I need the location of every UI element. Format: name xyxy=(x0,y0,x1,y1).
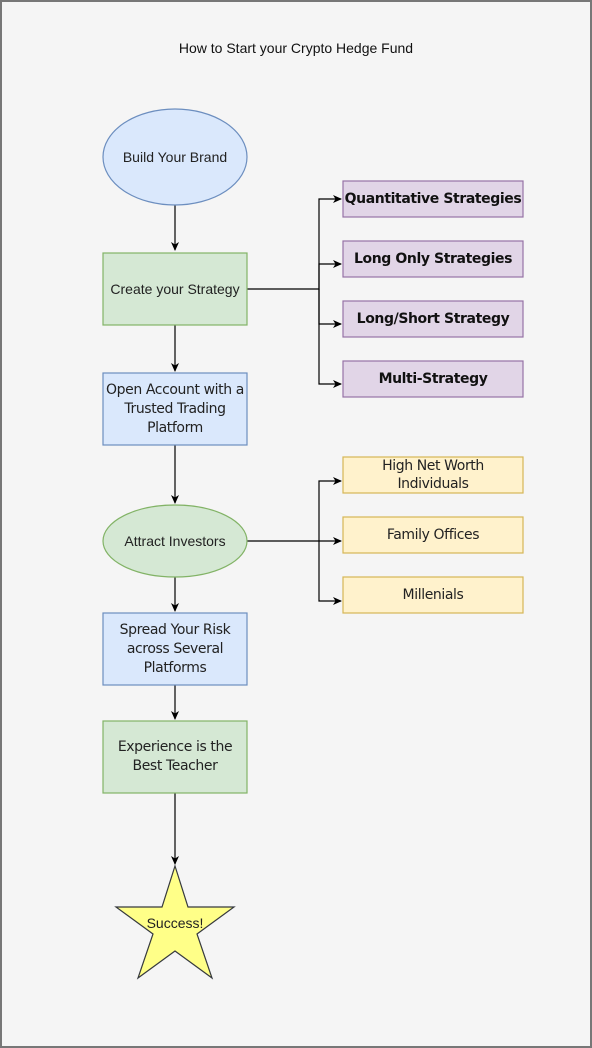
investor-millenials-label: Millenials xyxy=(402,586,464,603)
edge-to-multi xyxy=(318,289,342,388)
node-experience-label: Experience is the Best Teacher xyxy=(108,721,242,814)
edge-to-long-only xyxy=(318,260,342,289)
investor-branch-edges xyxy=(247,477,342,605)
edge-to-quantitative xyxy=(247,195,342,290)
node-success-label: Success! xyxy=(146,914,204,931)
strategy-long-short-label: Long/Short Strategy xyxy=(356,310,510,327)
strategy-quantitative-label: Quantitative Strategies xyxy=(344,190,522,207)
strategy-long-only-label: Long Only Strategies xyxy=(353,250,513,267)
investor-family-offices-label: Family Offices xyxy=(386,526,480,543)
edge-to-hnwi xyxy=(318,477,342,541)
strategy-branch-edges xyxy=(247,195,342,388)
edge-to-millenials xyxy=(318,541,342,605)
node-open-account-label: Open Account with a Trusted Trading Plat… xyxy=(106,381,244,436)
node-build-brand-label: Build Your Brand xyxy=(122,148,228,165)
node-attract-investors-label: Attract Investors xyxy=(124,532,226,549)
node-experience-text: Experience is the Best Teacher xyxy=(117,739,233,774)
investor-hnwi-label: High Net Worth Individuals xyxy=(382,458,484,492)
strategy-multi-label: Multi-Strategy xyxy=(378,370,488,387)
edge-to-long-short xyxy=(318,289,342,328)
node-spread-risk-label: Spread Your Risk across Several Platform… xyxy=(119,621,231,676)
node-create-strategy-label: Create your Strategy xyxy=(110,280,240,297)
